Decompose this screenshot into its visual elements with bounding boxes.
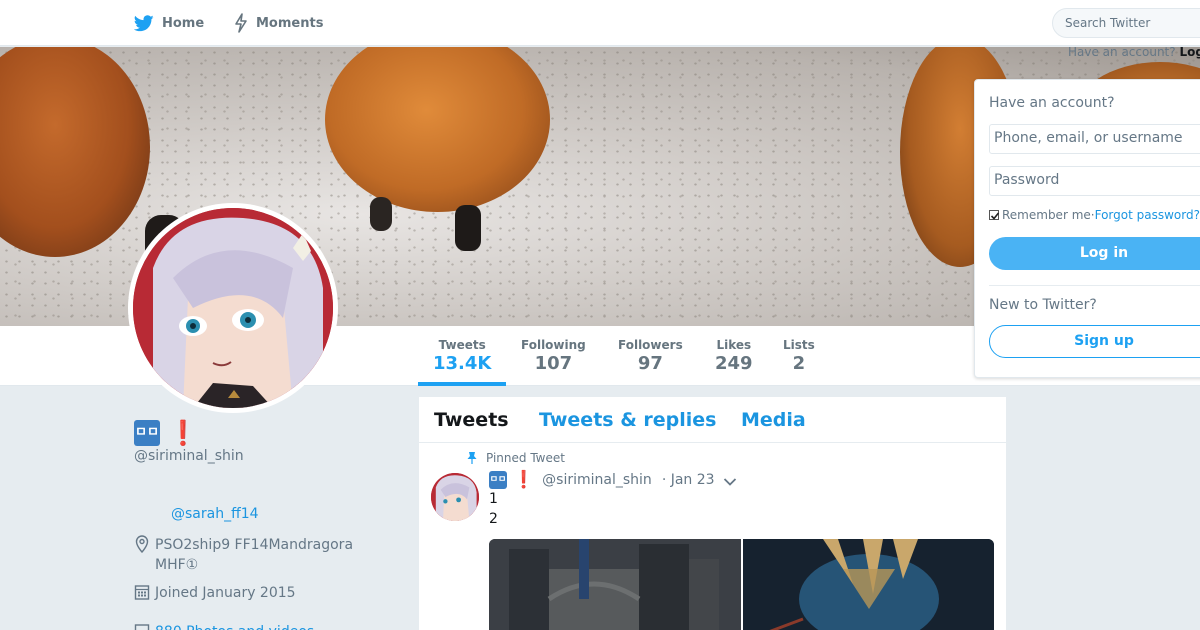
pinned-tweet-label: Pinned Tweet xyxy=(467,451,565,465)
remember-me-label[interactable]: Remember me xyxy=(1002,208,1091,222)
profile-photos-videos[interactable]: 880 Photos and videos xyxy=(134,622,394,630)
tab-tweets[interactable]: Tweets xyxy=(434,409,509,431)
nav-moments-link[interactable]: Moments xyxy=(234,0,323,46)
stat-following-label: Following xyxy=(521,338,586,352)
castle-scene-image xyxy=(489,539,741,630)
password-field[interactable]: Password xyxy=(989,166,1200,196)
pin-icon xyxy=(467,452,477,464)
forgot-password-link[interactable]: Forgot password? xyxy=(1095,208,1200,222)
tweet-author-handle[interactable]: @siriminal_shin xyxy=(542,472,652,488)
crystal-scene-image xyxy=(743,539,994,630)
search-input[interactable]: Search Twitter xyxy=(1052,8,1200,38)
tweet-header: ㅁㅁ ❗ @siriminal_shin · Jan 23 xyxy=(489,470,715,490)
profile-avatar[interactable] xyxy=(128,203,338,413)
lightning-icon xyxy=(235,13,247,33)
profile-info-card: ㅁㅁ ❗ @siriminal_shin @sarah_ff14 PSO2shi… xyxy=(134,419,394,630)
profile-joined-text: Joined January 2015 xyxy=(155,585,296,601)
profile-display-name: ㅁㅁ ❗ xyxy=(134,419,394,447)
stat-tweets-label: Tweets xyxy=(438,338,486,352)
active-stat-underline xyxy=(418,382,506,386)
nav-moments-label: Moments xyxy=(256,15,324,31)
stat-likes[interactable]: Likes 249 xyxy=(715,338,753,374)
photo-icon xyxy=(134,622,155,630)
stat-following[interactable]: Following 107 xyxy=(521,338,586,374)
stat-likes-value: 249 xyxy=(715,353,753,374)
login-divider xyxy=(989,285,1200,286)
tweet-media-image-1[interactable] xyxy=(489,539,741,630)
photos-videos-link[interactable]: 880 Photos and videos xyxy=(155,622,314,630)
bio-mention-link[interactable]: @sarah_ff14 xyxy=(171,506,394,522)
display-name-mark: ❗ xyxy=(168,419,198,447)
tab-tweets-and-replies[interactable]: Tweets & replies xyxy=(539,409,716,431)
tweet-media-image-2[interactable] xyxy=(743,539,994,630)
anime-avatar-illustration xyxy=(133,208,333,408)
pinned-tweet-text: Pinned Tweet xyxy=(486,451,565,465)
profile-handle[interactable]: @siriminal_shin xyxy=(134,448,394,464)
top-navigation-bar: Home Moments Search Twitter xyxy=(0,0,1200,46)
remember-me-checkbox[interactable] xyxy=(989,210,1000,220)
stat-lists-value: 2 xyxy=(792,353,806,374)
stat-following-value: 107 xyxy=(534,353,573,374)
remember-me-row: Remember me · Forgot password? xyxy=(989,208,1200,222)
stat-tweets[interactable]: Tweets 13.4K xyxy=(433,338,491,374)
username-placeholder: Phone, email, or username xyxy=(994,130,1183,146)
location-pin-icon xyxy=(134,535,155,559)
profile-location-text: PSO2ship9 FF14Mandragora MHF① xyxy=(155,537,354,573)
username-field[interactable]: Phone, email, or username xyxy=(989,124,1200,154)
nav-home-link[interactable]: Home xyxy=(134,0,204,46)
header-have-account-text: Have an account? xyxy=(1068,45,1176,59)
header-login-link[interactable]: Log in xyxy=(1179,45,1200,59)
avatar-image xyxy=(133,208,333,408)
tweet-timeline: Tweets Tweets & replies Media Pinned Twe… xyxy=(419,397,1006,630)
stat-followers-label: Followers xyxy=(618,338,683,352)
new-to-twitter-text: New to Twitter? xyxy=(989,297,1097,313)
header-login-prompt[interactable]: Have an account? Log in xyxy=(1068,45,1200,59)
tweet-author-emoji: ㅁㅁ xyxy=(489,471,507,489)
profile-joined-date: Joined January 2015 xyxy=(134,583,394,607)
tweet-date[interactable]: · Jan 23 xyxy=(662,472,715,488)
tweet-options-chevron-down-icon[interactable] xyxy=(723,472,737,491)
tab-media[interactable]: Media xyxy=(741,409,806,431)
tweet-avatar-illustration xyxy=(431,473,479,521)
calendar-icon xyxy=(134,583,155,607)
tweet-media-grid xyxy=(489,539,994,630)
signup-button[interactable]: Sign up xyxy=(989,325,1200,358)
tweet-body: 1 2 xyxy=(489,489,498,529)
profile-location: PSO2ship9 FF14Mandragora MHF① xyxy=(134,535,394,575)
display-name-emoji: ㅁㅁ xyxy=(134,420,160,446)
tweet-author-avatar[interactable] xyxy=(431,473,479,521)
search-placeholder: Search Twitter xyxy=(1065,16,1151,30)
login-button[interactable]: Log in xyxy=(989,237,1200,270)
tweet-author-mark: ❗ xyxy=(513,470,535,490)
login-card: Have an account? Phone, email, or userna… xyxy=(974,79,1200,378)
stat-tweets-value: 13.4K xyxy=(433,353,492,374)
tweet-line-1: 1 xyxy=(489,491,498,507)
tweet-line-2: 2 xyxy=(489,511,498,527)
stat-lists[interactable]: Lists 2 xyxy=(783,338,815,374)
nav-home-label: Home xyxy=(162,15,205,31)
login-card-title: Have an account? xyxy=(989,95,1115,111)
stat-followers-value: 97 xyxy=(637,353,663,374)
stat-lists-label: Lists xyxy=(783,338,815,352)
password-placeholder: Password xyxy=(994,172,1060,188)
stat-followers[interactable]: Followers 97 xyxy=(618,338,683,374)
stat-likes-label: Likes xyxy=(716,338,752,352)
timeline-tabs: Tweets Tweets & replies Media xyxy=(419,397,1006,443)
twitter-bird-icon xyxy=(134,14,154,31)
